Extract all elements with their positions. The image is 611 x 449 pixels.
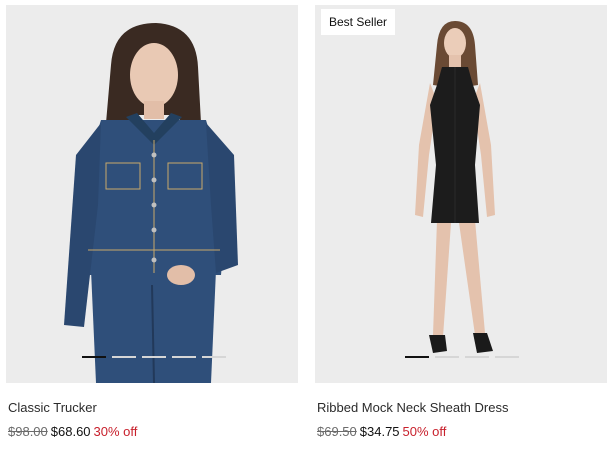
carousel-dot[interactable] xyxy=(495,356,519,358)
carousel-dot[interactable] xyxy=(202,356,226,358)
carousel-indicators xyxy=(6,356,298,358)
carousel-dot[interactable] xyxy=(435,356,459,358)
sale-price: $68.60 xyxy=(50,424,91,439)
carousel-indicators xyxy=(315,356,607,358)
carousel-dot[interactable] xyxy=(405,356,429,358)
original-price: $69.50 xyxy=(317,424,357,439)
carousel-dot[interactable] xyxy=(82,356,106,358)
black-dress-model-photo xyxy=(315,5,607,383)
original-price: $98.00 xyxy=(8,424,48,439)
product-image[interactable]: Best Seller xyxy=(315,5,607,383)
price-row: $69.50 $34.75 50% off xyxy=(317,424,446,439)
sale-price: $34.75 xyxy=(359,424,400,439)
denim-jacket-model-photo xyxy=(6,5,298,383)
discount-label: 30% off xyxy=(93,424,138,439)
product-title[interactable]: Classic Trucker xyxy=(8,400,97,415)
product-card[interactable]: Best Seller Ribbed Mock Neck Sheath Dres… xyxy=(315,5,607,439)
product-title[interactable]: Ribbed Mock Neck Sheath Dress xyxy=(317,400,508,415)
best-seller-badge: Best Seller xyxy=(321,9,396,35)
product-card[interactable]: Classic Trucker $98.00 $68.60 30% off xyxy=(6,5,298,439)
carousel-dot[interactable] xyxy=(172,356,196,358)
carousel-dot[interactable] xyxy=(142,356,166,358)
carousel-dot[interactable] xyxy=(112,356,136,358)
discount-label: 50% off xyxy=(402,424,447,439)
price-row: $98.00 $68.60 30% off xyxy=(8,424,137,439)
product-image[interactable] xyxy=(6,5,298,383)
carousel-dot[interactable] xyxy=(465,356,489,358)
